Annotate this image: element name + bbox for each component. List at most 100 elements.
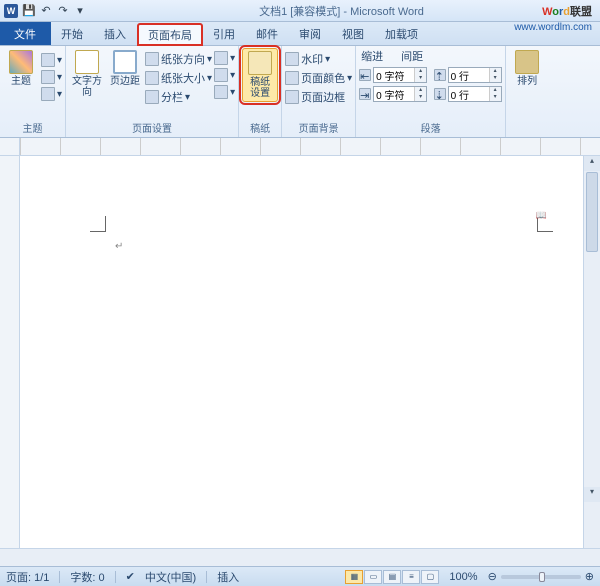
group-manuscript: 稿纸 设置 稿纸 <box>239 46 282 137</box>
document-area: ↵ 📖 ▴ ▾ <box>0 156 600 548</box>
status-language[interactable]: 中文(中国) <box>145 569 196 585</box>
columns-button[interactable]: 分栏 ▾ <box>145 88 212 106</box>
ribbon: 主题 ▾ ▾ ▾ 主题 文字方向 页边距 纸张方向 ▾ 纸张大小 ▾ 分栏 ▾ … <box>0 46 600 138</box>
app-icon: W <box>4 4 18 18</box>
margins-button[interactable]: 页边距 <box>107 48 143 89</box>
effects-icon <box>41 87 55 101</box>
zoom-level[interactable]: 100% <box>449 571 477 583</box>
text-direction-button[interactable]: 文字方向 <box>69 48 105 100</box>
tab-view[interactable]: 视图 <box>332 22 375 45</box>
status-insert-mode[interactable]: 插入 <box>217 569 239 585</box>
document-page[interactable]: ↵ 📖 <box>20 156 583 548</box>
orientation-button[interactable]: 纸张方向 ▾ <box>145 50 212 68</box>
breaks-icon <box>214 51 228 65</box>
themes-button[interactable]: 主题 <box>3 48 39 89</box>
print-layout-view-icon[interactable]: ▦ <box>345 570 363 584</box>
ribbon-tabs: 文件 开始 插入 页面布局 引用 邮件 审阅 视图 加载项 <box>0 22 600 46</box>
indent-right-input[interactable]: ▴▾ <box>373 86 427 102</box>
zoom-out-icon[interactable]: ⊖ <box>488 570 497 583</box>
arrange-icon <box>515 50 539 74</box>
tab-page-layout[interactable]: 页面布局 <box>137 23 203 46</box>
outline-view-icon[interactable]: ≡ <box>402 570 420 584</box>
page-border-button[interactable]: 页面边框 <box>285 88 352 106</box>
hyphenation-button[interactable]: ▾ <box>214 84 235 100</box>
page-color-button[interactable]: 页面颜色 ▾ <box>285 69 352 87</box>
margins-icon <box>113 50 137 74</box>
group-theme: 主题 ▾ ▾ ▾ 主题 <box>0 46 66 137</box>
columns-icon <box>145 90 159 104</box>
quick-access-toolbar: 💾 ↶ ↷ ▾ <box>22 4 87 18</box>
tab-home[interactable]: 开始 <box>51 22 94 45</box>
indent-right-row: ⇥▴▾ <box>359 85 428 103</box>
line-numbers-icon <box>214 68 228 82</box>
manuscript-settings-button[interactable]: 稿纸 设置 <box>242 48 278 102</box>
zoom-slider[interactable]: ⊖ ⊕ <box>488 570 594 583</box>
watermark-button[interactable]: 水印 ▾ <box>285 50 352 68</box>
size-button[interactable]: 纸张大小 ▾ <box>145 69 212 87</box>
tab-review[interactable]: 审阅 <box>289 22 332 45</box>
space-before-row: ⇡▴▾ <box>434 66 503 84</box>
theme-fonts-button[interactable]: ▾ <box>41 69 62 85</box>
margin-corner-tl <box>90 216 106 232</box>
undo-icon[interactable]: ↶ <box>39 4 53 18</box>
group-arrange: 排列 <box>506 46 548 137</box>
vertical-ruler[interactable] <box>0 156 20 548</box>
fonts-icon <box>41 70 55 84</box>
proofing-icon[interactable]: ✔ <box>126 570 135 583</box>
indent-left-icon: ⇤ <box>359 69 371 81</box>
horizontal-scrollbar[interactable] <box>0 548 600 566</box>
colors-icon <box>41 53 55 67</box>
line-numbers-button[interactable]: ▾ <box>214 67 235 83</box>
orientation-icon <box>145 52 159 66</box>
arrange-button[interactable]: 排列 <box>509 48 545 89</box>
group-page-setup: 文字方向 页边距 纸张方向 ▾ 纸张大小 ▾ 分栏 ▾ ▾ ▾ ▾ 页面设置 <box>66 46 239 137</box>
fullscreen-view-icon[interactable]: ▭ <box>364 570 382 584</box>
theme-colors-button[interactable]: ▾ <box>41 52 62 68</box>
save-icon[interactable]: 💾 <box>22 4 36 18</box>
size-icon <box>145 71 159 85</box>
text-direction-icon <box>75 50 99 74</box>
group-page-background: 水印 ▾ 页面颜色 ▾ 页面边框 页面背景 <box>282 46 356 137</box>
theme-effects-button[interactable]: ▾ <box>41 86 62 102</box>
draft-view-icon[interactable]: ▢ <box>421 570 439 584</box>
hyphenation-icon <box>214 85 228 99</box>
breaks-button[interactable]: ▾ <box>214 50 235 66</box>
scroll-up-icon[interactable]: ▴ <box>584 156 600 171</box>
spacing-label: 间距 <box>401 48 423 64</box>
group-label-page-setup: 页面设置 <box>69 119 235 137</box>
tab-file[interactable]: 文件 <box>0 22 51 45</box>
tab-mailings[interactable]: 邮件 <box>246 22 289 45</box>
manuscript-icon <box>248 51 272 75</box>
space-after-row: ⇣▴▾ <box>434 85 503 103</box>
status-word-count[interactable]: 字数: 0 <box>70 569 104 585</box>
space-before-input[interactable]: ▴▾ <box>448 67 502 83</box>
scroll-thumb[interactable] <box>586 172 598 252</box>
qat-more-icon[interactable]: ▾ <box>73 4 87 18</box>
space-after-input[interactable]: ▴▾ <box>448 86 502 102</box>
zoom-in-icon[interactable]: ⊕ <box>585 570 594 583</box>
view-buttons: ▦ ▭ ▤ ≡ ▢ <box>345 570 439 584</box>
vertical-scrollbar[interactable]: ▴ ▾ <box>583 156 600 548</box>
tab-addins[interactable]: 加载项 <box>375 22 429 45</box>
text-cursor: ↵ <box>115 241 123 252</box>
group-label-arrange <box>509 134 545 137</box>
redo-icon[interactable]: ↷ <box>56 4 70 18</box>
page-color-icon <box>285 71 299 85</box>
group-label-manuscript: 稿纸 <box>242 119 278 137</box>
web-layout-view-icon[interactable]: ▤ <box>383 570 401 584</box>
horizontal-ruler[interactable] <box>0 138 600 156</box>
indent-label: 缩进 <box>361 48 383 64</box>
group-label-page-background: 页面背景 <box>285 119 352 137</box>
tab-insert[interactable]: 插入 <box>94 22 137 45</box>
watermark-logo: Word联盟 <box>542 2 592 19</box>
group-paragraph: 缩进 间距 ⇤▴▾ ⇡▴▾ ⇥▴▾ ⇣▴▾ 段落 <box>356 46 506 137</box>
indent-right-icon: ⇥ <box>359 88 371 100</box>
status-page[interactable]: 页面: 1/1 <box>6 569 49 585</box>
group-label-theme: 主题 <box>3 119 62 137</box>
status-bar: 页面: 1/1 字数: 0 ✔ 中文(中国) 插入 ▦ ▭ ▤ ≡ ▢ 100%… <box>0 566 600 586</box>
space-before-icon: ⇡ <box>434 69 446 81</box>
space-after-icon: ⇣ <box>434 88 446 100</box>
indent-left-input[interactable]: ▴▾ <box>373 67 427 83</box>
scroll-down-icon[interactable]: ▾ <box>584 487 600 502</box>
tab-references[interactable]: 引用 <box>203 22 246 45</box>
